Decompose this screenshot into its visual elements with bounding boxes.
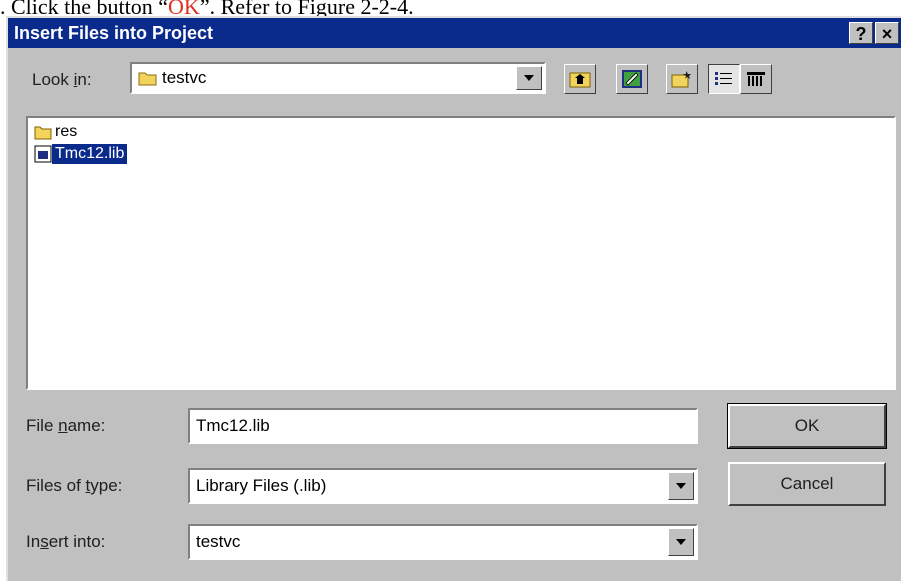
- folder-icon: [34, 126, 52, 139]
- up-folder-icon: [569, 72, 591, 88]
- details-view-button[interactable]: [740, 64, 772, 94]
- file-list-pane[interactable]: res Tmc12.lib: [26, 116, 896, 390]
- file-name-label: res: [55, 123, 78, 140]
- ok-button[interactable]: OK: [727, 403, 887, 449]
- chevron-down-icon: [676, 539, 686, 545]
- list-view-icon: [715, 72, 732, 85]
- insert-into-select[interactable]: testvc: [188, 524, 698, 560]
- dialog-title: Insert Files into Project: [14, 23, 214, 43]
- close-button[interactable]: ×: [875, 22, 899, 44]
- look-in-combo[interactable]: testvc: [130, 62, 546, 94]
- look-in-value: testvc: [138, 64, 206, 92]
- file-name-label: Tmc12.lib: [52, 144, 128, 164]
- insert-into-dropdown-button[interactable]: [668, 528, 694, 556]
- folder-icon: [138, 72, 157, 86]
- desktop-button[interactable]: [616, 64, 648, 94]
- files-of-type-value: Library Files (.lib): [196, 476, 327, 495]
- dialog-titlebar[interactable]: Insert Files into Project ? ×: [8, 18, 901, 48]
- insert-into-value: testvc: [196, 532, 241, 551]
- file-name-input[interactable]: Tmc12.lib: [188, 408, 698, 444]
- chevron-down-icon: [524, 75, 534, 81]
- files-of-type-label: Files of type:: [26, 476, 123, 495]
- up-one-level-button[interactable]: [564, 64, 596, 94]
- look-in-dropdown-button[interactable]: [516, 66, 542, 90]
- list-view-button[interactable]: [708, 64, 740, 94]
- files-of-type-select[interactable]: Library Files (.lib): [188, 468, 698, 504]
- desktop-icon: [622, 70, 642, 88]
- new-folder-button[interactable]: [666, 64, 698, 94]
- library-file-icon: [34, 145, 52, 163]
- file-name-label: File name:: [26, 416, 106, 435]
- chevron-down-icon: [676, 483, 686, 489]
- look-in-label: Look in:: [32, 70, 92, 89]
- files-of-type-dropdown-button[interactable]: [668, 472, 694, 500]
- help-button[interactable]: ?: [849, 22, 873, 44]
- new-folder-icon: [671, 71, 691, 88]
- list-item[interactable]: Tmc12.lib: [34, 144, 128, 164]
- insert-files-dialog: Insert Files into Project ? × Look in: t…: [6, 16, 901, 581]
- cancel-button[interactable]: Cancel: [728, 462, 886, 506]
- details-view-icon: [747, 72, 765, 86]
- list-item[interactable]: res: [34, 122, 80, 142]
- close-icon: ×: [881, 24, 893, 44]
- help-icon: ?: [855, 24, 867, 44]
- insert-into-label: Insert into:: [26, 532, 106, 551]
